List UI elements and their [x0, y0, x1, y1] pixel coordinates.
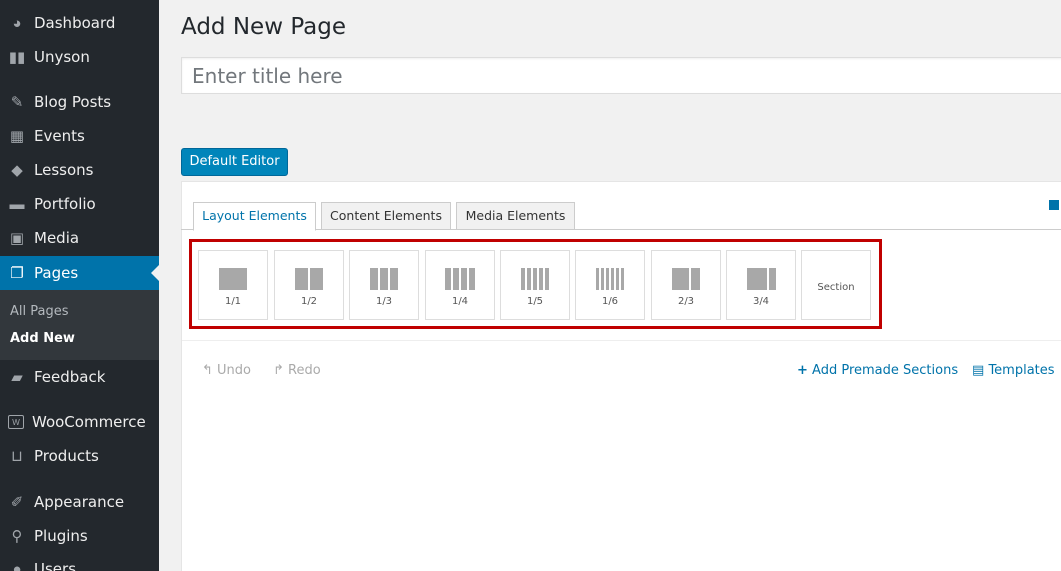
fullscreen-icon[interactable]	[1049, 200, 1059, 210]
pages-submenu: All Pages Add New	[0, 290, 159, 360]
brush-icon: ✐	[10, 494, 24, 511]
element-label: 1/1	[224, 296, 242, 307]
element-label: 3/4	[752, 296, 770, 307]
column-1-5-icon	[501, 268, 569, 290]
plugin-icon: ⚲	[11, 528, 23, 545]
sidebar-item-dashboard[interactable]: ◕ Dashboard	[0, 6, 159, 40]
sidebar-item-label: Unyson	[34, 48, 90, 66]
sidebar-item-label: Blog Posts	[34, 93, 112, 111]
sidebar-item-woocommerce[interactable]: W WooCommerce	[0, 405, 159, 439]
sidebar-item-lessons[interactable]: ◆ Lessons	[0, 153, 159, 187]
column-1-1-icon	[199, 268, 267, 290]
sidebar-item-label: Users	[34, 560, 77, 571]
sidebar-item-unyson[interactable]: ▮▮ Unyson	[0, 40, 159, 74]
layout-element-1-1[interactable]: 1/1	[198, 250, 268, 320]
element-label: Section	[817, 282, 855, 293]
pages-icon: ❐	[10, 265, 24, 282]
tab-layout-elements[interactable]: Layout Elements	[193, 202, 316, 231]
column-2-3-icon	[652, 268, 720, 290]
redo-label: Redo	[288, 363, 321, 378]
tab-media-elements[interactable]: Media Elements	[456, 202, 575, 230]
sidebar-item-label: Dashboard	[34, 14, 116, 32]
dashboard-icon: ◕	[12, 14, 22, 32]
folder-icon: ▬	[9, 195, 25, 213]
sidebar-item-products[interactable]: ⊔ Products	[0, 439, 159, 473]
plus-icon: +	[797, 363, 808, 378]
admin-sidebar: ◕ Dashboard ▮▮ Unyson ✎ Blog Posts ▦ Eve…	[0, 0, 159, 571]
sidebar-item-label: Plugins	[34, 527, 88, 545]
element-label: 1/4	[451, 296, 469, 307]
undo-label: Undo	[217, 363, 252, 378]
sidebar-item-appearance[interactable]: ✐ Appearance	[0, 485, 159, 519]
comment-icon: ▰	[11, 369, 23, 386]
element-label: 1/5	[526, 296, 544, 307]
layout-element-1-2[interactable]: 1/2	[274, 250, 344, 320]
sidebar-item-feedback[interactable]: ▰ Feedback	[0, 360, 159, 394]
element-label: 2/3	[677, 296, 695, 307]
sidebar-item-label: Feedback	[34, 368, 106, 386]
sidebar-item-portfolio[interactable]: ▬ Portfolio	[0, 187, 159, 221]
element-label: 1/3	[375, 296, 393, 307]
layout-element-2-3[interactable]: 2/3	[651, 250, 721, 320]
sidebar-item-media[interactable]: ▣ Media	[0, 221, 159, 255]
graduation-cap-icon: ◆	[11, 162, 23, 179]
layout-element-1-5[interactable]: 1/5	[500, 250, 570, 320]
title-input[interactable]	[181, 57, 1061, 94]
undo-button[interactable]: ↰ Undo	[202, 363, 251, 378]
column-1-3-icon	[350, 268, 418, 290]
column-1-6-icon	[576, 268, 644, 290]
add-premade-label: Add Premade Sections	[812, 363, 959, 378]
cart-icon: ⊔	[11, 448, 23, 465]
sidebar-item-blog-posts[interactable]: ✎ Blog Posts	[0, 85, 159, 119]
redo-icon: ↱	[273, 363, 284, 378]
sidebar-item-pages[interactable]: ❐ Pages	[0, 256, 159, 290]
sidebar-item-label: Products	[34, 447, 99, 465]
sidebar-item-label: Portfolio	[34, 195, 96, 213]
templates-button[interactable]: ▤ Templates	[972, 363, 1055, 378]
sidebar-item-label: WooCommerce	[32, 413, 146, 431]
sidebar-item-plugins[interactable]: ⚲ Plugins	[0, 519, 159, 553]
tab-content-elements[interactable]: Content Elements	[321, 202, 451, 230]
element-label: 1/2	[300, 296, 318, 307]
layout-element-1-6[interactable]: 1/6	[575, 250, 645, 320]
unyson-icon: ▮▮	[8, 49, 26, 66]
sidebar-item-label: Events	[34, 127, 85, 145]
column-1-4-icon	[426, 268, 494, 290]
layout-element-section[interactable]: Section	[801, 250, 871, 320]
sidebar-item-label: Lessons	[34, 161, 94, 179]
layout-element-3-4[interactable]: 3/4	[726, 250, 796, 320]
layout-element-1-4[interactable]: 1/4	[425, 250, 495, 320]
pin-icon: ✎	[10, 94, 24, 111]
user-icon: ●	[12, 560, 22, 571]
sidebar-item-events[interactable]: ▦ Events	[0, 119, 159, 153]
column-1-2-icon	[275, 268, 343, 290]
woocommerce-icon: W	[8, 415, 24, 429]
element-label: 1/6	[601, 296, 619, 307]
column-3-4-icon	[727, 268, 795, 290]
add-premade-sections-button[interactable]: + Add Premade Sections	[797, 363, 958, 378]
calendar-icon: ▦	[9, 128, 25, 145]
sidebar-item-users[interactable]: ● Users	[0, 552, 159, 571]
templates-label: Templates	[988, 363, 1055, 378]
templates-icon: ▤	[972, 363, 985, 378]
sidebar-item-label: Media	[34, 229, 80, 247]
submenu-add-new[interactable]: Add New	[10, 331, 75, 346]
sidebar-item-label: Pages	[34, 264, 79, 282]
submenu-all-pages[interactable]: All Pages	[10, 304, 69, 319]
media-icon: ▣	[9, 230, 25, 247]
default-editor-button[interactable]: Default Editor	[181, 148, 288, 176]
layout-element-1-3[interactable]: 1/3	[349, 250, 419, 320]
sidebar-item-label: Appearance	[34, 493, 125, 511]
undo-icon: ↰	[202, 363, 213, 378]
divider	[182, 340, 1061, 341]
page-title: Add New Page	[181, 14, 346, 40]
redo-button[interactable]: ↱ Redo	[273, 363, 321, 378]
